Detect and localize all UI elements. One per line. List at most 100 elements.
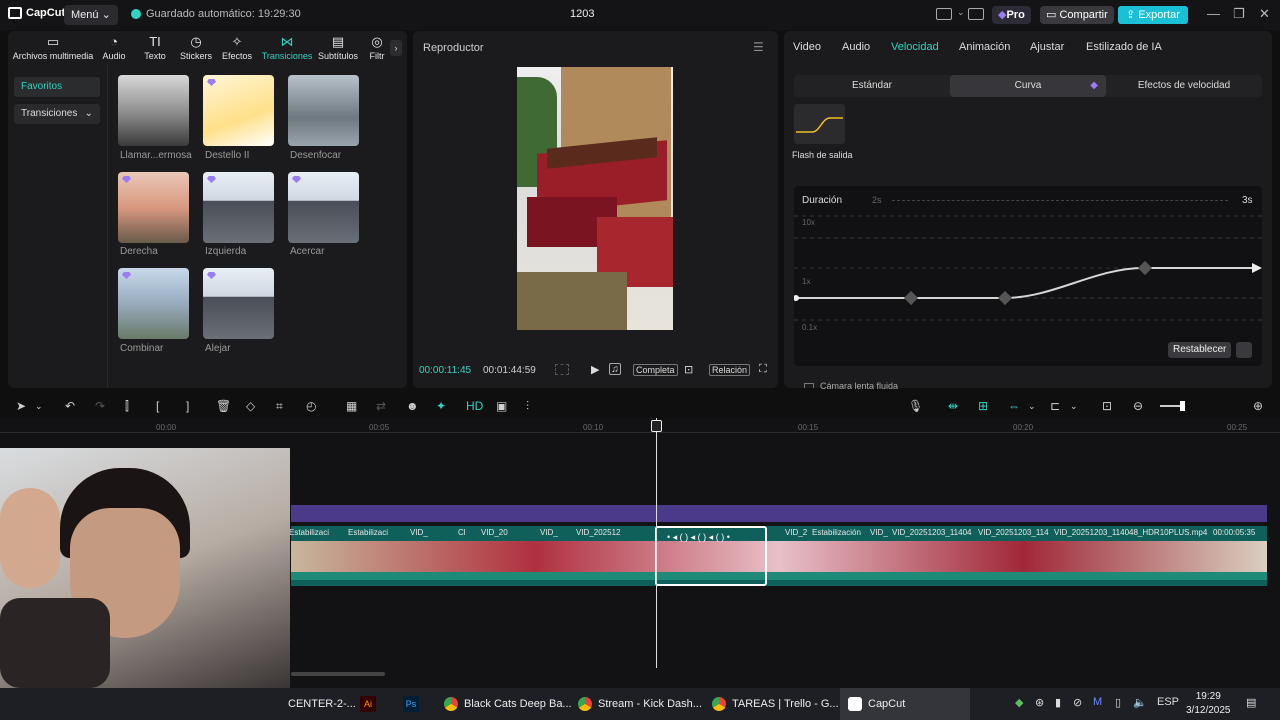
export-button[interactable]: ⇪ Exportar xyxy=(1118,6,1188,24)
mode-standard[interactable]: Estándar xyxy=(794,75,950,97)
category-favorites[interactable]: Favoritos xyxy=(14,77,100,97)
timeline-scrollbar[interactable] xyxy=(291,672,385,676)
audio-wave-icon[interactable]: ⫶ xyxy=(526,399,529,413)
speed-icon[interactable]: ◴ xyxy=(306,399,316,413)
redo-icon[interactable]: ↷ xyxy=(95,399,105,413)
layout-icon[interactable] xyxy=(936,8,952,20)
keyboard-icon[interactable] xyxy=(968,8,984,20)
freeze-icon[interactable]: ▣ xyxy=(496,399,507,413)
crop-icon[interactable]: ⌗ xyxy=(276,399,283,413)
snapshot-icon[interactable]: ⊡ xyxy=(684,363,693,376)
tab-subtitles[interactable]: ▤ Subtítulos xyxy=(315,35,361,62)
tab-filters[interactable]: ◎ Filtr xyxy=(364,35,390,61)
curve-preset-flash[interactable] xyxy=(794,104,845,144)
tab-text[interactable]: TI Texto xyxy=(138,35,172,62)
magic-wand-icon[interactable]: ✦ xyxy=(436,399,446,413)
notifications-icon[interactable]: ▤ xyxy=(1246,696,1256,709)
preview-dropdown-icon[interactable]: ⌄ xyxy=(1070,399,1078,413)
video-track[interactable]: Estabilizaci Estabilizaci VID_ Cl VID_20… xyxy=(289,526,1267,586)
audio-track[interactable] xyxy=(291,505,1267,522)
transition-thumb-desenfocar[interactable] xyxy=(288,75,359,146)
fullscreen-icon[interactable]: ⛶ xyxy=(759,363,767,376)
taskbar-item[interactable]: CENTER-2-... xyxy=(288,688,356,720)
tab-adjust[interactable]: Ajustar xyxy=(1030,41,1064,53)
tray-icon[interactable]: ⊘ xyxy=(1073,696,1082,709)
zoom-in-icon[interactable]: ⊕ xyxy=(1253,399,1263,413)
transition-thumb-alejar[interactable] xyxy=(203,268,274,339)
undo-icon[interactable]: ↶ xyxy=(65,399,75,413)
cursor-dropdown-icon[interactable]: ⌄ xyxy=(35,399,43,413)
music-icon[interactable]: ♫ xyxy=(609,363,621,375)
snap-icon[interactable]: ⇔ xyxy=(1008,399,1020,413)
ai-edit-icon[interactable]: ▦ xyxy=(346,399,357,413)
tray-mic-icon[interactable]: ▮ xyxy=(1055,696,1061,709)
reset-button[interactable]: Restablecer xyxy=(1168,342,1232,358)
mode-curve[interactable]: Curva ◆ xyxy=(950,75,1106,97)
taskbar-chrome-kick[interactable]: Stream - Kick Dash... xyxy=(576,688,702,720)
reverse-icon[interactable]: ⇄ xyxy=(376,399,386,413)
tab-animation[interactable]: Animación xyxy=(959,41,1010,53)
menu-button[interactable]: Menú ⌄ xyxy=(64,5,118,25)
microphone-icon[interactable]: 🎙 xyxy=(908,399,923,413)
tab-speed[interactable]: Velocidad xyxy=(891,41,939,53)
tray-icon[interactable]: M xyxy=(1093,696,1102,708)
restore-icon[interactable]: ❐ xyxy=(1233,6,1245,22)
ratio-button[interactable]: Relación xyxy=(709,364,751,376)
clock[interactable]: 19:29 3/12/2025 xyxy=(1186,690,1231,718)
chevron-right-icon[interactable]: › xyxy=(390,40,402,56)
share-button[interactable]: ▭ Compartir xyxy=(1040,6,1114,24)
taskbar-chrome-black-cats[interactable]: Black Cats Deep Ba... xyxy=(442,688,572,720)
tab-effects[interactable]: ✧ Efectos xyxy=(219,35,255,62)
tab-transitions[interactable]: ⋈ Transiciones xyxy=(259,35,315,62)
speed-curve-editor[interactable]: Duración 2s 3s 10x 1x 0.1x Restablecer xyxy=(794,186,1262,366)
close-icon[interactable]: ✕ xyxy=(1259,6,1270,22)
hd-icon[interactable]: HD xyxy=(466,399,483,413)
playhead-handle[interactable] xyxy=(651,420,662,432)
preview-axis-icon[interactable]: ⊏ xyxy=(1050,399,1060,413)
delete-icon[interactable]: 🗑 xyxy=(216,399,231,413)
tray-battery-icon[interactable]: ▯ xyxy=(1115,696,1121,709)
zoom-slider-handle[interactable] xyxy=(1180,401,1185,411)
transition-thumb-acercar[interactable] xyxy=(288,172,359,243)
zoom-out-icon[interactable]: ⊖ xyxy=(1133,399,1143,413)
illustrator-icon[interactable]: Ai xyxy=(360,688,382,720)
taskbar-capcut[interactable]: CapCut xyxy=(840,688,970,720)
keyframe-button[interactable] xyxy=(1236,342,1252,358)
tab-media[interactable]: ▭ Archivos multimedia xyxy=(11,35,95,62)
tab-audio-props[interactable]: Audio xyxy=(842,41,870,53)
person-icon[interactable]: ☻ xyxy=(406,399,419,413)
transition-thumb-izquierda[interactable] xyxy=(203,172,274,243)
video-preview[interactable] xyxy=(517,67,673,330)
select-cursor-icon[interactable]: ➤ xyxy=(16,399,26,413)
tab-stickers[interactable]: ◷ Stickers xyxy=(176,35,216,62)
snap-dropdown-icon[interactable]: ⌄ xyxy=(1028,399,1036,413)
playhead[interactable] xyxy=(656,418,657,668)
tab-audio[interactable]: ◔ Audio xyxy=(96,35,132,62)
trim-left-icon[interactable]: [ xyxy=(156,399,159,413)
tab-video[interactable]: Video xyxy=(793,41,821,53)
play-icon[interactable]: ▶ xyxy=(591,363,599,376)
trim-right-icon[interactable]: ] xyxy=(186,399,189,413)
tray-icon[interactable]: ◆ xyxy=(1015,696,1023,709)
split-icon[interactable]: ⫿ xyxy=(125,399,129,413)
transition-thumb-derecha[interactable] xyxy=(118,172,189,243)
category-transitions[interactable]: Transiciones ⌄ xyxy=(14,104,100,124)
taskbar-chrome-trello[interactable]: TAREAS | Trello - G... xyxy=(710,688,839,720)
full-quality-button[interactable]: Completa xyxy=(633,364,678,376)
language-indicator[interactable]: ESP xyxy=(1157,696,1179,708)
timeline-icon[interactable] xyxy=(555,364,569,375)
menu-icon[interactable]: ☰ xyxy=(753,40,764,54)
smooth-slowmo-checkbox[interactable] xyxy=(804,383,814,388)
marker-icon[interactable]: ◇ xyxy=(246,399,255,413)
selected-clip[interactable]: • ◂ ( ) ◂ ( ) ◂ ( ) • xyxy=(655,526,767,586)
photoshop-icon[interactable]: Ps xyxy=(403,688,425,720)
transition-thumb-llamar[interactable] xyxy=(118,75,189,146)
tab-ai-style[interactable]: Estilizado de IA xyxy=(1086,41,1162,53)
mode-speed-effects[interactable]: Efectos de velocidad xyxy=(1106,75,1262,97)
pro-button[interactable]: ◆Pro xyxy=(992,6,1031,24)
tray-icon[interactable]: ⊛ xyxy=(1035,696,1044,709)
transition-thumb-destello[interactable] xyxy=(203,75,274,146)
minimize-icon[interactable]: — xyxy=(1207,6,1220,21)
duration-slider[interactable] xyxy=(892,200,1228,201)
link-clips-icon[interactable]: ⇹ xyxy=(948,399,958,413)
